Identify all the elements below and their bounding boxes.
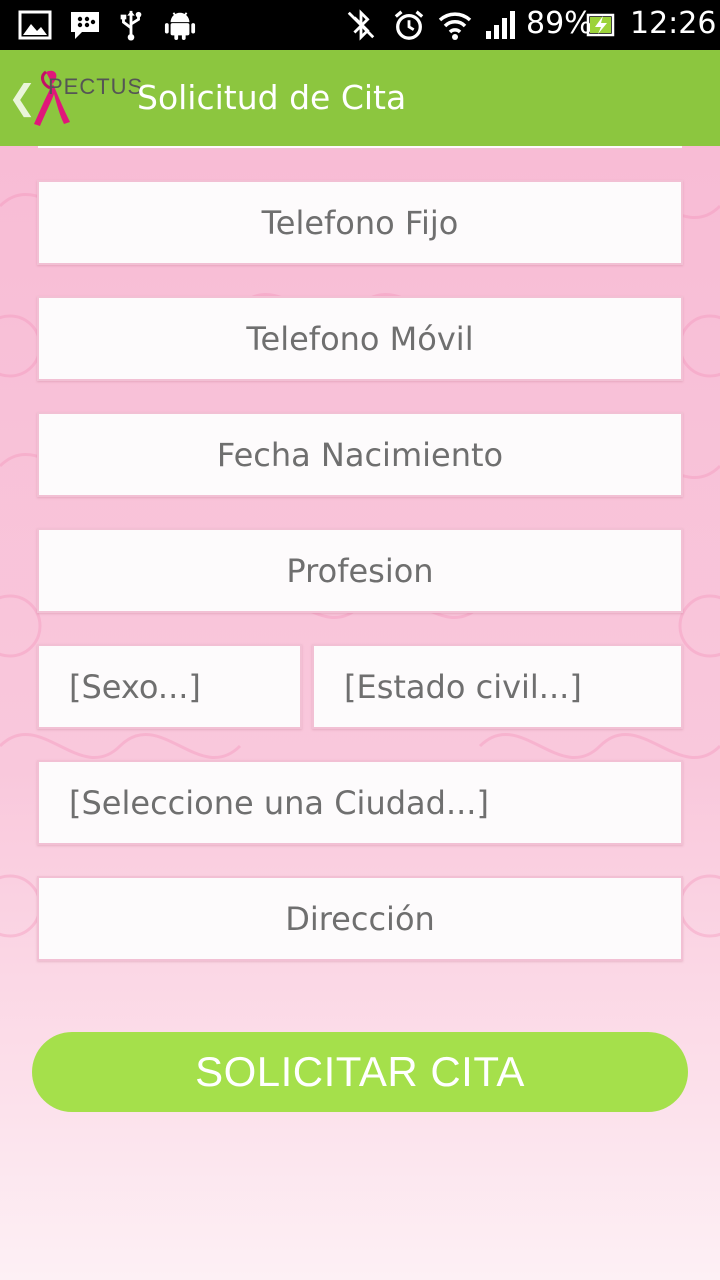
fecha-nacimiento-input[interactable]: Fecha Nacimiento: [37, 412, 683, 497]
estado-civil-select[interactable]: [Estado civil...]: [312, 644, 683, 729]
battery-percent: 89%: [526, 6, 593, 41]
usb-icon: [120, 10, 142, 41]
telefono-fijo-input[interactable]: Telefono Fijo: [37, 180, 683, 265]
logo-text: PECTUS: [48, 74, 144, 99]
wifi-icon: [438, 12, 472, 40]
action-bar: ❮ PECTUS Solicitud de Cita: [0, 50, 720, 146]
gallery-icon: [18, 10, 52, 40]
direccion-input[interactable]: Dirección: [37, 876, 683, 961]
status-bar: 89% 12:26: [0, 0, 720, 50]
battery-charging-icon: [586, 13, 615, 37]
page-title: Solicitud de Cita: [137, 78, 407, 117]
signal-icon: [486, 11, 515, 39]
profesion-input[interactable]: Profesion: [37, 528, 683, 613]
bluetooth-off-icon: [347, 9, 375, 41]
sexo-select[interactable]: [Sexo...]: [37, 644, 302, 729]
form-container: Telefono Fijo Telefono Móvil Fecha Nacim…: [0, 146, 720, 1280]
clock: 12:26: [630, 6, 717, 41]
alarm-icon: [394, 10, 424, 40]
messenger-icon: [71, 12, 99, 39]
previous-field-edge: [38, 146, 682, 150]
android-icon: [164, 12, 196, 41]
telefono-movil-input[interactable]: Telefono Móvil: [37, 296, 683, 381]
ciudad-select[interactable]: [Seleccione una Ciudad...]: [37, 760, 683, 845]
solicitar-cita-button[interactable]: SOLICITAR CITA: [32, 1032, 688, 1112]
